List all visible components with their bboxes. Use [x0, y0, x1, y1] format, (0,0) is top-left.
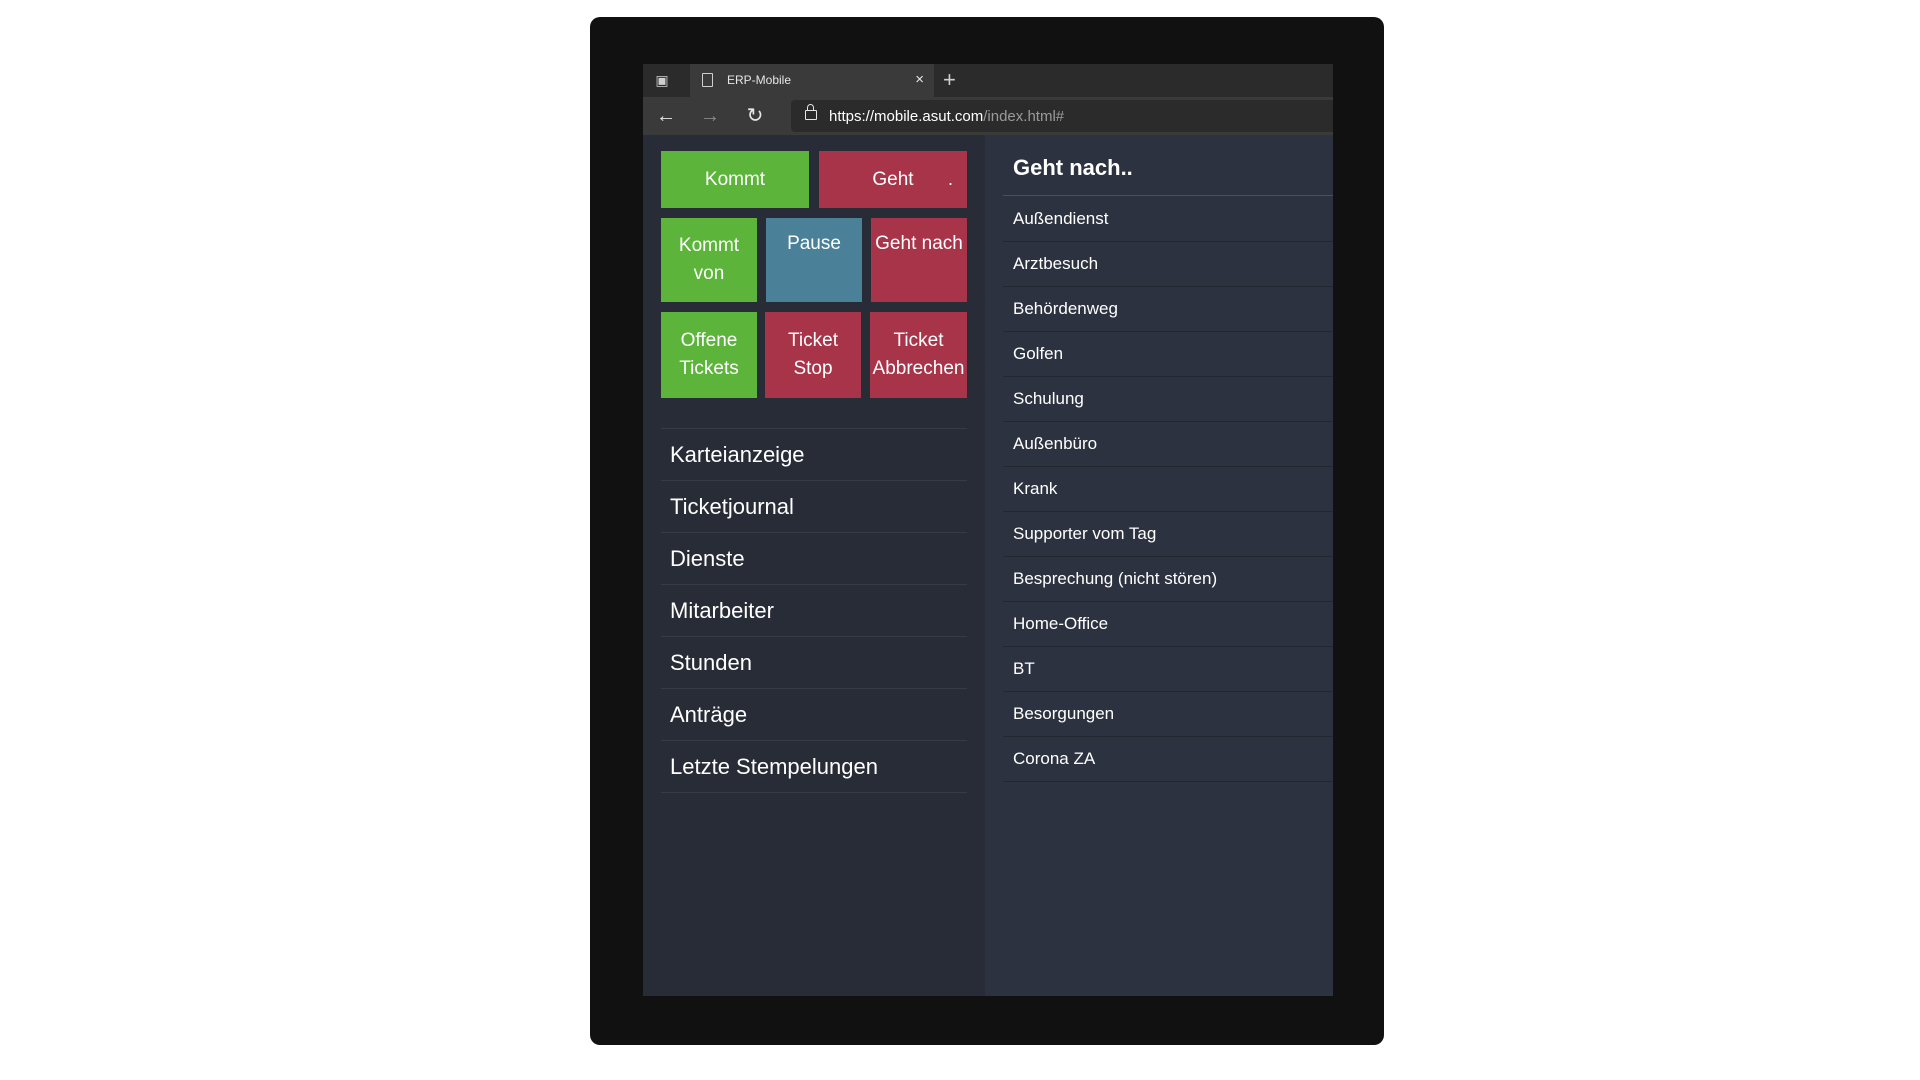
forward-icon[interactable]: →: [697, 103, 723, 129]
panel-title: Geht nach..: [1013, 155, 1133, 180]
panel-divider: [1003, 195, 1333, 196]
tab-actions-icon[interactable]: ▣: [653, 71, 671, 89]
reason-item-bt[interactable]: BT: [1003, 647, 1333, 692]
menu-item-karteianzeige[interactable]: Karteianzeige: [661, 429, 967, 481]
kommt-von-button[interactable]: Kommt von: [661, 218, 757, 302]
geht-nach-button[interactable]: Geht nach: [871, 218, 967, 302]
menu-item-stunden[interactable]: Stunden: [661, 637, 967, 689]
lock-icon[interactable]: [805, 104, 817, 120]
navigation-bar: ← → ↻ https://mobile.asut.com/index.html…: [643, 97, 1333, 135]
reason-item-behoerdenweg[interactable]: Behördenweg: [1003, 287, 1333, 332]
reason-item-home-office[interactable]: Home-Office: [1003, 602, 1333, 647]
new-tab-icon[interactable]: +: [943, 67, 956, 93]
reason-list: Außendienst Arztbesuch Behördenweg Golfe…: [1003, 197, 1333, 782]
geht-button[interactable]: Geht.: [819, 151, 967, 208]
ticket-stop-button[interactable]: Ticket Stop: [765, 312, 861, 398]
reason-item-schulung[interactable]: Schulung: [1003, 377, 1333, 422]
reload-icon[interactable]: ↻: [742, 103, 768, 129]
reason-item-aussendienst[interactable]: Außendienst: [1003, 197, 1333, 242]
browser-window: ▣ ERP-Mobile × + ← → ↻ https://mobile.as…: [643, 64, 1333, 996]
menu-item-mitarbeiter[interactable]: Mitarbeiter: [661, 585, 967, 637]
app-content: Kommt Geht. Kommt von Pause Geht nach Of…: [643, 135, 1333, 996]
menu-item-antraege[interactable]: Anträge: [661, 689, 967, 741]
reason-item-golfen[interactable]: Golfen: [1003, 332, 1333, 377]
reason-item-besprechung[interactable]: Besprechung (nicht stören): [1003, 557, 1333, 602]
url-text[interactable]: https://mobile.asut.com/index.html#: [829, 108, 1064, 125]
reason-item-besorgungen[interactable]: Besorgungen: [1003, 692, 1333, 737]
menu-item-dienste[interactable]: Dienste: [661, 533, 967, 585]
tab-title: ERP-Mobile: [727, 73, 792, 87]
tab-bar: ▣ ERP-Mobile × +: [643, 64, 1333, 97]
close-tab-icon[interactable]: ×: [915, 71, 924, 88]
pause-button[interactable]: Pause: [766, 218, 862, 302]
main-menu: Karteianzeige Ticketjournal Dienste Mita…: [661, 428, 967, 793]
address-bar[interactable]: https://mobile.asut.com/index.html#: [791, 100, 1333, 132]
reason-item-krank[interactable]: Krank: [1003, 467, 1333, 512]
reason-item-arztbesuch[interactable]: Arztbesuch: [1003, 242, 1333, 287]
offene-tickets-button[interactable]: Offene Tickets: [661, 312, 757, 398]
left-panel: Kommt Geht. Kommt von Pause Geht nach Of…: [643, 135, 985, 996]
menu-item-ticketjournal[interactable]: Ticketjournal: [661, 481, 967, 533]
reason-item-corona-za[interactable]: Corona ZA: [1003, 737, 1333, 782]
reason-item-supporter-vom-tag[interactable]: Supporter vom Tag: [1003, 512, 1333, 557]
kommt-button[interactable]: Kommt: [661, 151, 809, 208]
menu-item-letzte-stempelungen[interactable]: Letzte Stempelungen: [661, 741, 967, 793]
ticket-abbrechen-button[interactable]: Ticket Abbrechen: [870, 312, 967, 398]
reason-item-aussenbuero[interactable]: Außenbüro: [1003, 422, 1333, 467]
geht-nach-panel: Geht nach.. Außendienst Arztbesuch Behör…: [985, 135, 1333, 996]
browser-tab[interactable]: ERP-Mobile ×: [690, 64, 934, 97]
page-icon: [702, 73, 713, 87]
back-icon[interactable]: ←: [653, 103, 679, 129]
